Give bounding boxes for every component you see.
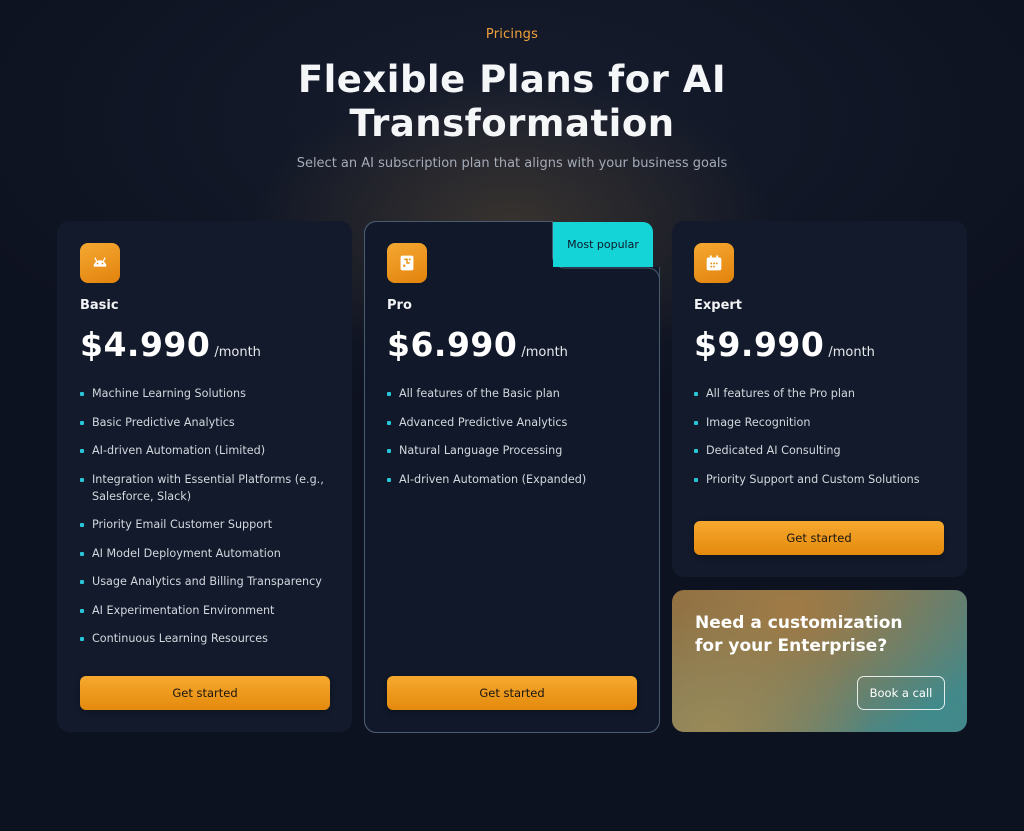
plan-price-basic: $4.990/month bbox=[80, 325, 261, 364]
plan-name-pro: Pro bbox=[387, 298, 412, 313]
list-item: Image Recognition bbox=[694, 414, 949, 431]
list-item: Dedicated AI Consulting bbox=[694, 442, 949, 459]
feature-list-expert: All features of the Pro plan Image Recog… bbox=[694, 385, 949, 499]
book-a-call-button[interactable]: Book a call bbox=[857, 676, 945, 710]
android-icon bbox=[80, 243, 120, 283]
get-started-button-expert[interactable]: Get started bbox=[694, 521, 944, 555]
price-period: /month bbox=[214, 345, 261, 360]
list-item: Priority Email Customer Support bbox=[80, 516, 325, 533]
page-title-line-2: Transformation bbox=[349, 102, 675, 145]
list-item: Basic Predictive Analytics bbox=[80, 414, 325, 431]
list-item: AI Experimentation Environment bbox=[80, 602, 325, 619]
enterprise-card: Need a customization for your Enterprise… bbox=[672, 590, 967, 732]
chip-icon bbox=[387, 243, 427, 283]
plan-price-expert: $9.990/month bbox=[694, 325, 875, 364]
price-period: /month bbox=[521, 345, 568, 360]
plan-name-expert: Expert bbox=[694, 298, 743, 313]
enterprise-title: Need a customization for your Enterprise… bbox=[695, 612, 935, 658]
get-started-button-pro[interactable]: Get started bbox=[387, 676, 637, 710]
price-amount: $6.990 bbox=[387, 325, 518, 364]
price-amount: $4.990 bbox=[80, 325, 211, 364]
list-item: Priority Support and Custom Solutions bbox=[694, 471, 949, 488]
enterprise-title-line-1: Need a customization bbox=[695, 613, 903, 633]
most-popular-badge: Most popular bbox=[567, 238, 639, 251]
price-period: /month bbox=[828, 345, 875, 360]
enterprise-title-line-2: for your Enterprise? bbox=[695, 636, 888, 656]
list-item: AI-driven Automation (Limited) bbox=[80, 442, 325, 459]
plan-price-pro: $6.990/month bbox=[387, 325, 568, 364]
page-title: Flexible Plans for AI Transformation bbox=[0, 58, 1024, 146]
list-item: Usage Analytics and Billing Transparency bbox=[80, 573, 325, 590]
calendar-icon bbox=[694, 243, 734, 283]
page-title-line-1: Flexible Plans for AI bbox=[297, 58, 727, 101]
plan-name-basic: Basic bbox=[80, 298, 119, 313]
get-started-button-basic[interactable]: Get started bbox=[80, 676, 330, 710]
list-item: Integration with Essential Platforms (e.… bbox=[80, 471, 325, 505]
list-item: Advanced Predictive Analytics bbox=[387, 414, 637, 431]
list-item: Machine Learning Solutions bbox=[80, 385, 325, 402]
list-item: All features of the Pro plan bbox=[694, 385, 949, 402]
list-item: AI Model Deployment Automation bbox=[80, 545, 325, 562]
list-item: All features of the Basic plan bbox=[387, 385, 637, 402]
section-eyebrow: Pricings bbox=[485, 27, 539, 42]
list-item: Natural Language Processing bbox=[387, 442, 637, 459]
price-amount: $9.990 bbox=[694, 325, 825, 364]
feature-list-basic: Machine Learning Solutions Basic Predict… bbox=[80, 385, 325, 659]
feature-list-pro: All features of the Basic plan Advanced … bbox=[387, 385, 637, 499]
list-item: AI-driven Automation (Expanded) bbox=[387, 471, 637, 488]
pricing-page: Pricings Flexible Plans for AI Transform… bbox=[0, 0, 1024, 831]
page-subtitle: Select an AI subscription plan that alig… bbox=[296, 156, 728, 171]
list-item: Continuous Learning Resources bbox=[80, 630, 325, 647]
